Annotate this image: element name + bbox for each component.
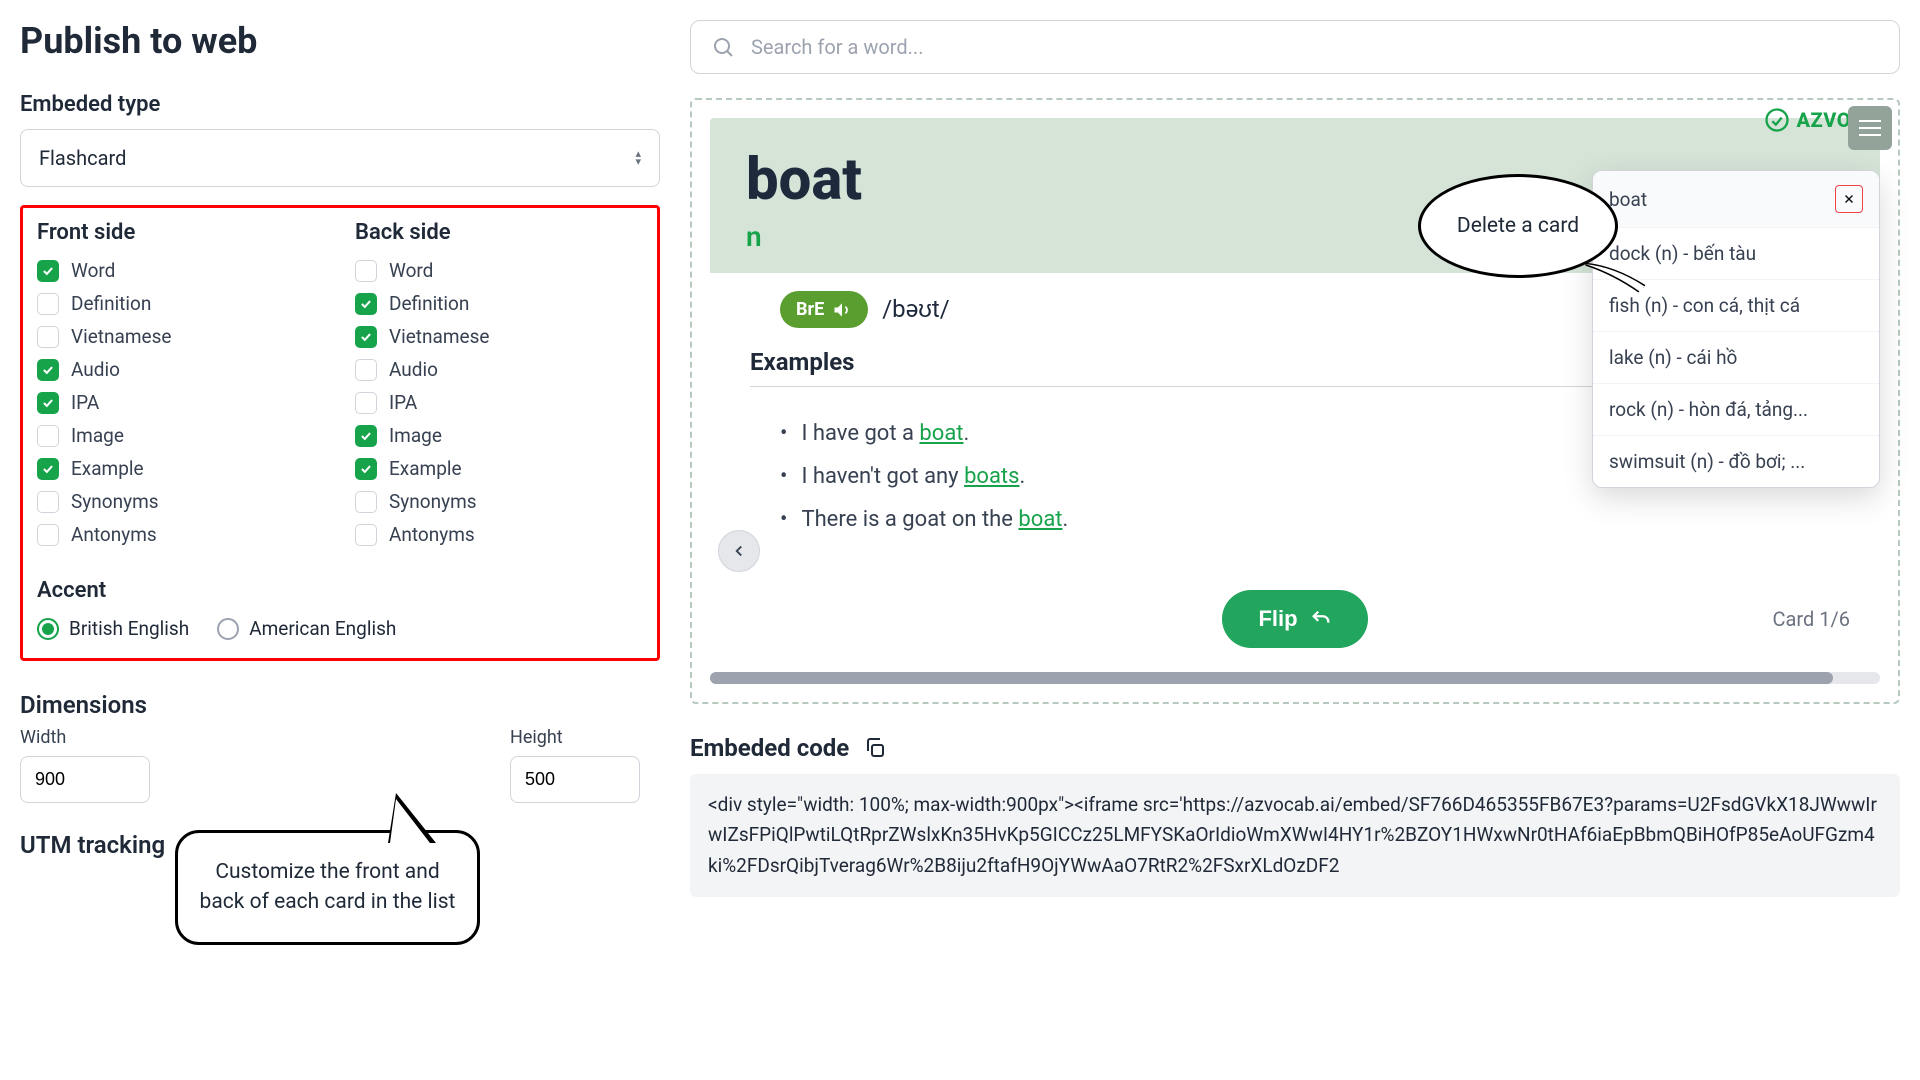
front-checkbox-audio[interactable] <box>37 359 59 381</box>
callout-customize: Customize the front and back of each car… <box>175 830 480 945</box>
dropdown-item[interactable]: lake (n) - cái hồ <box>1593 331 1879 383</box>
chevron-left-icon <box>730 542 748 560</box>
front-label-antonyms: Antonyms <box>71 523 157 546</box>
front-label-word: Word <box>71 259 115 282</box>
back-checkbox-antonyms[interactable] <box>355 524 377 546</box>
back-checkbox-audio[interactable] <box>355 359 377 381</box>
front-checkbox-synonyms[interactable] <box>37 491 59 513</box>
chevron-updown-icon: ▴▾ <box>635 150 641 166</box>
front-side-title: Front side <box>37 220 325 245</box>
flashcard-preview: AZVOCAB boat n BrE /bəʊt/ Examples •I ha… <box>690 98 1900 704</box>
embed-code-text[interactable]: <div style="width: 100%; max-width:900px… <box>690 774 1900 897</box>
accent-radio-ame[interactable] <box>217 618 239 640</box>
delete-card-button[interactable] <box>1835 185 1863 213</box>
page-title: Publish to web <box>20 20 660 62</box>
flip-label: Flip <box>1258 606 1297 632</box>
dropdown-item[interactable]: swimsuit (n) - đồ bơi; ... <box>1593 435 1879 487</box>
speaker-icon <box>832 300 852 320</box>
embed-code-label: Embeded code <box>690 734 849 762</box>
front-checkbox-vietnamese[interactable] <box>37 326 59 348</box>
front-label-synonyms: Synonyms <box>71 490 159 513</box>
dropdown-item-label: rock (n) - hòn đá, tảng... <box>1609 398 1808 421</box>
embed-type-select[interactable]: Flashcard ▴▾ <box>20 129 660 187</box>
prev-card-button[interactable] <box>718 530 760 572</box>
back-label-ipa: IPA <box>389 391 417 414</box>
accent-badge-label: BrE <box>796 299 824 320</box>
back-checkbox-word[interactable] <box>355 260 377 282</box>
front-checkbox-definition[interactable] <box>37 293 59 315</box>
embed-type-label: Embeded type <box>20 92 660 117</box>
back-label-example: Example <box>389 457 462 480</box>
front-checkbox-example[interactable] <box>37 458 59 480</box>
back-checkbox-ipa[interactable] <box>355 392 377 414</box>
search-input[interactable]: Search for a word... <box>690 20 1900 74</box>
dropdown-item[interactable]: rock (n) - hòn đá, tảng... <box>1593 383 1879 435</box>
width-label: Width <box>20 727 150 748</box>
back-checkbox-image[interactable] <box>355 425 377 447</box>
card-counter: Card 1/6 <box>1773 607 1850 631</box>
example-item: •There is a goat on the boat. <box>780 507 1810 532</box>
back-label-synonyms: Synonyms <box>389 490 477 513</box>
callout-customize-text: Customize the front and back of each car… <box>200 860 456 914</box>
back-label-audio: Audio <box>389 358 438 381</box>
front-label-ipa: IPA <box>71 391 99 414</box>
height-label: Height <box>510 727 640 748</box>
front-checkbox-ipa[interactable] <box>37 392 59 414</box>
accent-label-ame: American English <box>249 617 396 640</box>
callout-delete-text: Delete a card <box>1457 214 1579 238</box>
accent-title: Accent <box>37 578 643 603</box>
height-input[interactable] <box>510 756 640 803</box>
card-ipa: /bəʊt/ <box>882 295 949 324</box>
front-checkbox-word[interactable] <box>37 260 59 282</box>
customize-options-box: Front side Word Definition Vietnamese Audio… <box>20 205 660 661</box>
width-input[interactable] <box>20 756 150 803</box>
horizontal-scrollbar[interactable] <box>710 672 1880 684</box>
card-menu-button[interactable] <box>1848 106 1892 150</box>
dropdown-item-label: lake (n) - cái hồ <box>1609 346 1737 369</box>
close-icon <box>1842 192 1856 206</box>
front-label-example: Example <box>71 457 144 480</box>
front-checkbox-image[interactable] <box>37 425 59 447</box>
front-label-image: Image <box>71 424 124 447</box>
back-label-vietnamese: Vietnamese <box>389 325 489 348</box>
back-label-definition: Definition <box>389 292 469 315</box>
front-label-audio: Audio <box>71 358 120 381</box>
callout-delete: Delete a card <box>1418 174 1648 294</box>
dimensions-title: Dimensions <box>20 691 660 719</box>
front-checkbox-antonyms[interactable] <box>37 524 59 546</box>
pronunciation-badge[interactable]: BrE <box>780 291 868 328</box>
back-side-title: Back side <box>355 220 643 245</box>
front-label-definition: Definition <box>71 292 151 315</box>
back-checkbox-vietnamese[interactable] <box>355 326 377 348</box>
undo-icon <box>1310 608 1332 630</box>
back-checkbox-definition[interactable] <box>355 293 377 315</box>
flip-button[interactable]: Flip <box>1222 590 1367 648</box>
back-label-antonyms: Antonyms <box>389 523 475 546</box>
dropdown-item-label: swimsuit (n) - đồ bơi; ... <box>1609 450 1805 473</box>
accent-label-bre: British English <box>69 617 189 640</box>
embed-type-value: Flashcard <box>39 146 126 170</box>
search-placeholder: Search for a word... <box>751 35 923 59</box>
back-label-word: Word <box>389 259 433 282</box>
front-label-vietnamese: Vietnamese <box>71 325 171 348</box>
back-label-image: Image <box>389 424 442 447</box>
accent-radio-bre[interactable] <box>37 618 59 640</box>
copy-icon[interactable] <box>863 736 887 760</box>
back-checkbox-example[interactable] <box>355 458 377 480</box>
search-icon <box>711 35 735 59</box>
back-checkbox-synonyms[interactable] <box>355 491 377 513</box>
